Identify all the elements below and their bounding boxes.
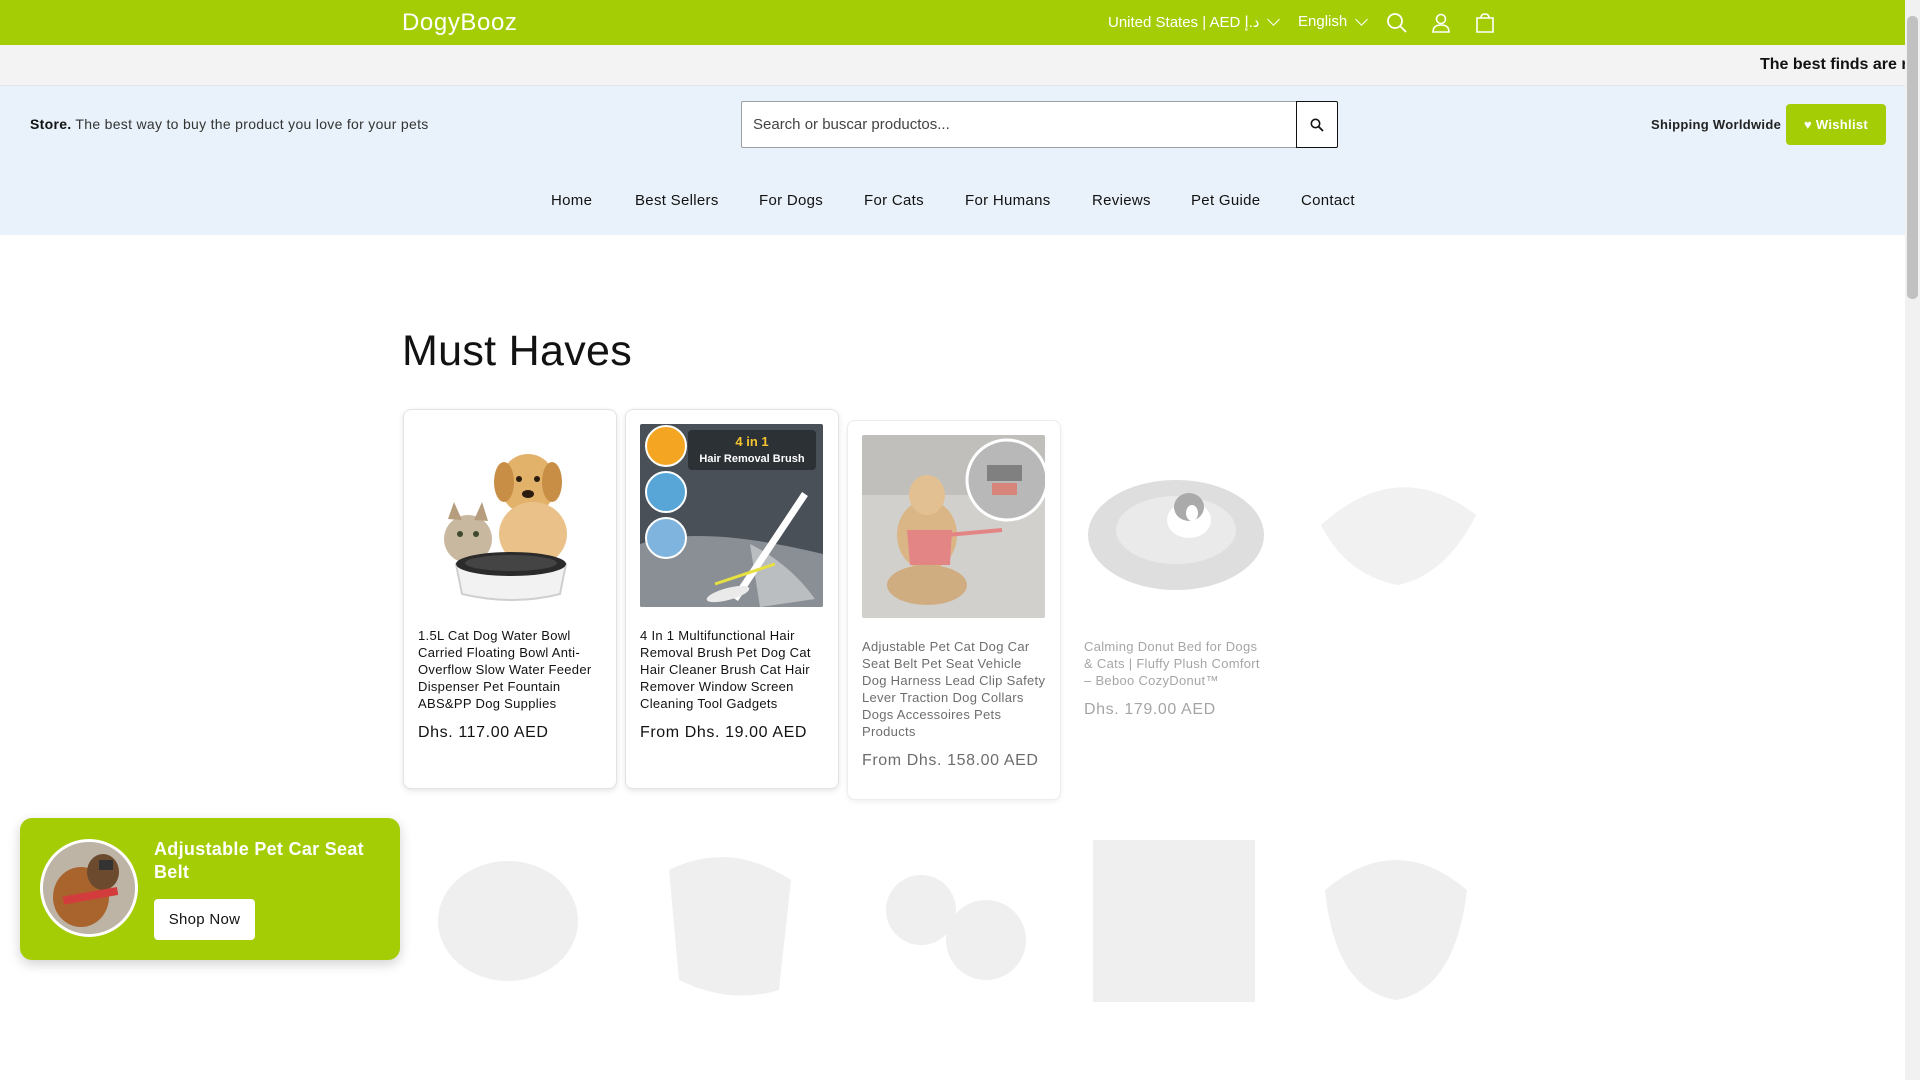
search-button[interactable] <box>1296 101 1338 148</box>
announcement-bar: The best finds are r <box>0 45 1905 86</box>
nav-pet-guide[interactable]: Pet Guide <box>1191 192 1260 209</box>
product-popup[interactable]: Adjustable Pet Car Seat Belt Shop Now <box>20 818 400 960</box>
image-badge-text: 4 in 1 <box>735 434 768 449</box>
product-card[interactable] <box>1291 420 1505 805</box>
search-icon <box>1310 118 1324 132</box>
main-header: Store. The best way to buy the product y… <box>0 86 1905 235</box>
product-image[interactable] <box>639 830 821 1012</box>
popup-product-image[interactable] <box>40 839 138 937</box>
language-selector[interactable]: English <box>1298 12 1369 30</box>
chevron-down-icon <box>1355 12 1369 26</box>
country-selector[interactable]: United States | AED د.إ <box>1108 13 1281 31</box>
wishlist-button[interactable]: ♥ Wishlist <box>1786 104 1886 145</box>
cart-icon[interactable] <box>1472 10 1498 36</box>
nav-home[interactable]: Home <box>551 192 592 209</box>
product-image[interactable] <box>1305 830 1487 1012</box>
product-title[interactable]: 1.5L Cat Dog Water Bowl Carried Floating… <box>418 627 602 712</box>
product-price: From Dhs. 158.00 AED <box>862 752 1039 769</box>
store-logo[interactable]: DogyBooz <box>402 9 518 37</box>
product-image[interactable] <box>418 424 601 607</box>
product-card[interactable]: 4 in 1 Hair Removal Brush 4 In 1 Multifu… <box>625 409 839 789</box>
product-card[interactable]: 1.5L Cat Dog Water Bowl Carried Floating… <box>403 409 617 789</box>
search-bar <box>741 101 1341 148</box>
product-title[interactable]: 4 In 1 Multifunctional Hair Removal Brus… <box>640 627 824 712</box>
product-card[interactable]: Adjustable Pet Cat Dog Car Seat Belt Pet… <box>847 420 1061 800</box>
tagline-bold: Store. <box>30 116 72 132</box>
nav-contact[interactable]: Contact <box>1301 192 1355 209</box>
shipping-info: Shipping Worldwide <box>1651 117 1782 132</box>
product-image[interactable] <box>861 830 1043 1012</box>
nav-best-sellers[interactable]: Best Sellers <box>635 192 719 209</box>
popup-title[interactable]: Adjustable Pet Car Seat Belt <box>154 838 384 884</box>
product-image[interactable]: 4 in 1 Hair Removal Brush <box>640 424 823 607</box>
nav-for-dogs[interactable]: For Dogs <box>759 192 823 209</box>
product-image[interactable] <box>1083 830 1265 1012</box>
product-price: Dhs. 179.00 AED <box>1084 701 1216 718</box>
top-bar: DogyBooz United States | AED د.إ English <box>0 0 1905 45</box>
nav-for-humans[interactable]: For Humans <box>965 192 1051 209</box>
product-card[interactable]: Calming Donut Bed for Dogs & Cats | Fluf… <box>1069 420 1283 805</box>
product-image[interactable] <box>417 830 599 1012</box>
nav-reviews[interactable]: Reviews <box>1092 192 1151 209</box>
language-label: English <box>1298 13 1348 30</box>
store-tagline: Store. The best way to buy the product y… <box>30 116 429 132</box>
svg-text:Hair Removal Brush: Hair Removal Brush <box>699 453 804 465</box>
scrollbar-thumb[interactable] <box>1907 16 1918 299</box>
announcement-text: The best finds are r <box>1760 56 1905 73</box>
search-input[interactable] <box>741 101 1296 148</box>
product-price: From Dhs. 19.00 AED <box>640 724 808 741</box>
product-title[interactable]: Adjustable Pet Cat Dog Car Seat Belt Pet… <box>862 638 1046 740</box>
chevron-down-icon <box>1267 13 1281 26</box>
tagline-text: The best way to buy the product you love… <box>75 116 429 132</box>
search-icon[interactable] <box>1384 10 1410 36</box>
shop-now-button[interactable]: Shop Now <box>154 899 255 940</box>
product-title[interactable]: Calming Donut Bed for Dogs & Cats | Fluf… <box>1084 638 1268 689</box>
account-icon[interactable] <box>1428 10 1454 36</box>
nav-for-cats[interactable]: For Cats <box>864 192 924 209</box>
country-label: United States | AED د.إ <box>1108 14 1260 31</box>
product-image[interactable] <box>1306 435 1489 618</box>
product-image[interactable] <box>1084 435 1267 618</box>
product-image[interactable] <box>862 435 1045 618</box>
section-title: Must Haves <box>402 327 633 375</box>
product-price: Dhs. 117.00 AED <box>418 724 549 741</box>
